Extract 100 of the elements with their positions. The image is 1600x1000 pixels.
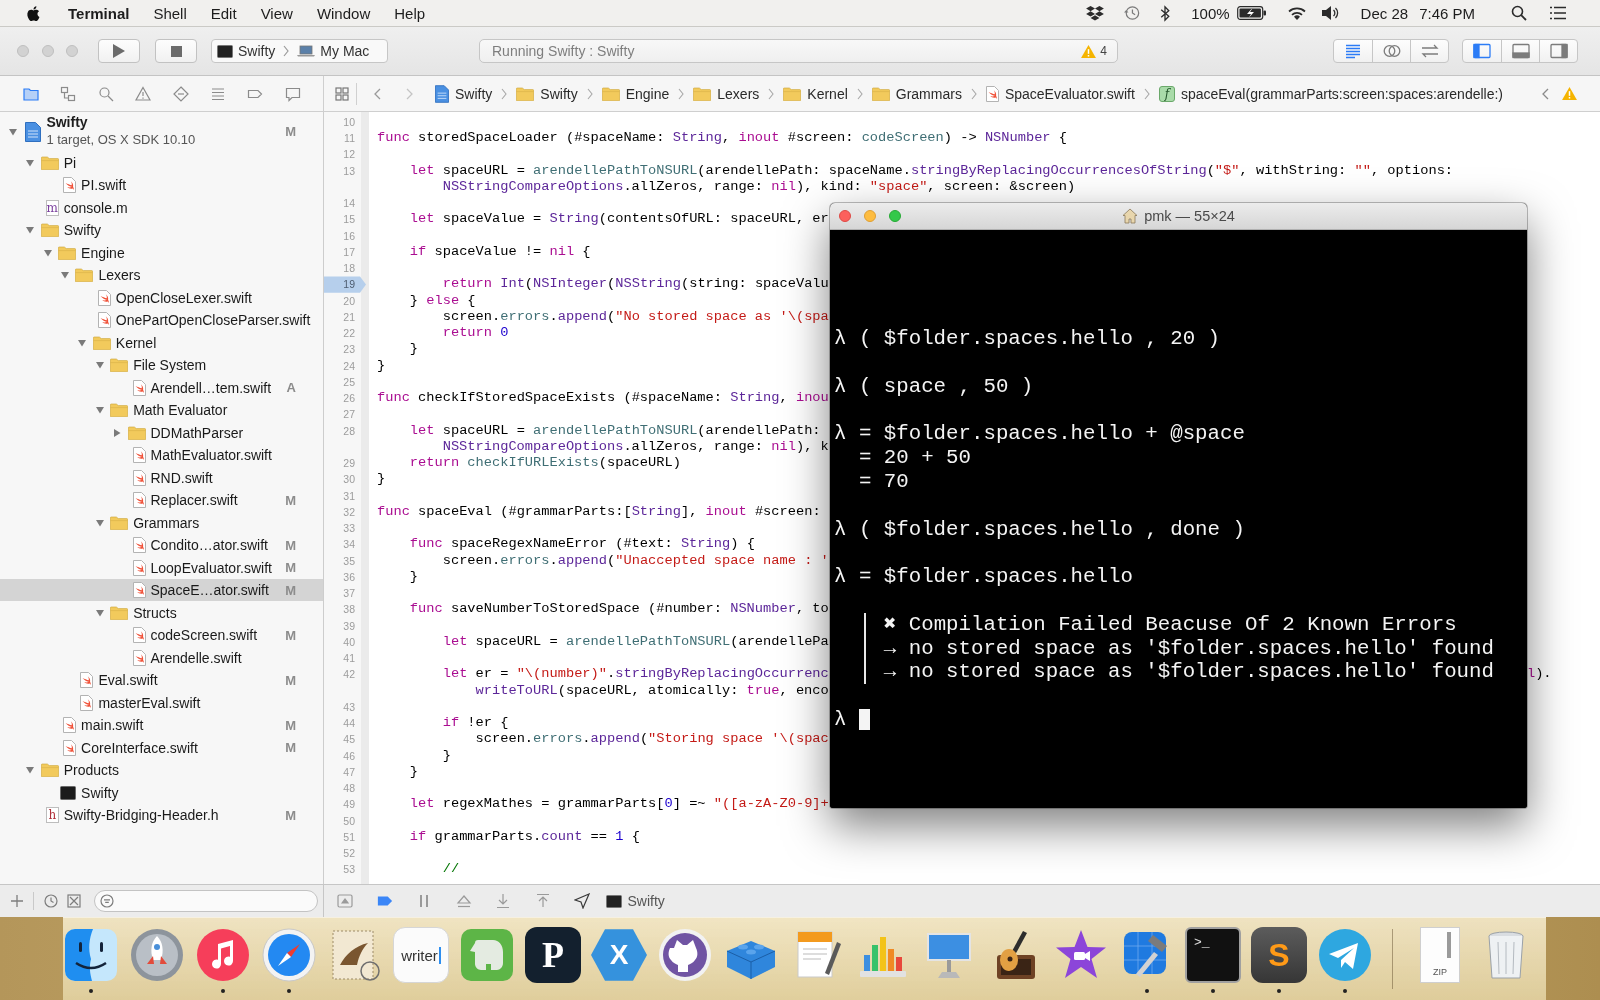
file-row[interactable]: main.swift M	[0, 713, 323, 737]
menu-item[interactable]: Terminal	[68, 4, 130, 22]
menu-item[interactable]: Edit	[210, 4, 237, 22]
file-row[interactable]: Replacer.swift M	[0, 488, 323, 512]
disclosure-triangle-icon[interactable]	[7, 126, 18, 137]
chevron-left-icon[interactable]	[374, 87, 381, 100]
paper-plane-icon[interactable]	[1317, 927, 1373, 983]
path-item[interactable]: Swifty	[516, 81, 578, 106]
compass-icon[interactable]	[261, 927, 317, 983]
down-arrow-line-icon[interactable]	[495, 893, 511, 909]
file-row[interactable]: DDMathParser	[0, 421, 323, 444]
app-tile[interactable]: writer	[393, 927, 449, 983]
file-row[interactable]: m console.m	[0, 196, 323, 219]
run-button[interactable]	[98, 39, 140, 63]
speech-bubble-icon[interactable]	[284, 85, 301, 102]
file-row[interactable]: MathEvaluator.swift	[0, 443, 323, 467]
bluetooth-icon[interactable]	[1160, 4, 1171, 22]
path-item[interactable]: f spaceEval(grammarParts:screen:spaces:arendelle:)	[1158, 81, 1503, 106]
file-row[interactable]: PI.swift	[0, 173, 323, 197]
battery-icon[interactable]	[1236, 6, 1267, 20]
search-icon[interactable]	[1511, 5, 1527, 21]
project-row[interactable]: Swifty 1 target, OS X SDK 10.10 M	[0, 112, 323, 152]
file-row[interactable]: SpaceE…ator.swift M	[0, 578, 323, 602]
app-tile[interactable]: S	[1251, 927, 1307, 983]
elephant-icon[interactable]	[459, 927, 515, 983]
smiling-tile-icon[interactable]	[63, 927, 119, 983]
disclosure-triangle-icon[interactable]	[94, 517, 105, 528]
menu-item[interactable]: Shell	[153, 4, 187, 22]
disclosure-triangle-icon[interactable]	[25, 225, 36, 236]
file-row[interactable]: LoopEvaluator.swift M	[0, 556, 323, 579]
filter-field[interactable]	[94, 890, 318, 912]
file-row[interactable]: masterEval.swift	[0, 691, 323, 714]
rocket-icon[interactable]	[129, 927, 185, 983]
file-row[interactable]: codeScreen.swift M	[0, 623, 323, 647]
process-button[interactable]: Swifty	[605, 893, 665, 909]
menu-item[interactable]: View	[260, 4, 293, 22]
file-row[interactable]: Arendelle.swift	[0, 646, 323, 669]
file-row[interactable]: File System	[0, 353, 323, 377]
file-row[interactable]: Lexers	[0, 263, 323, 287]
apple-icon[interactable]	[26, 4, 41, 22]
file-row[interactable]: Condito…ator.swift M	[0, 533, 323, 557]
disclosure-triangle-icon[interactable]	[25, 765, 36, 776]
crossed-square-icon[interactable]	[67, 894, 81, 908]
disclosure-triangle-icon[interactable]	[94, 607, 105, 618]
file-row[interactable]: Arendell…tem.swift A	[0, 376, 323, 399]
path-item[interactable]: Swifty	[435, 81, 493, 106]
path-item[interactable]: SpaceEvaluator.swift	[985, 81, 1135, 106]
disclosure-triangle-icon[interactable]	[59, 270, 70, 281]
chevron-left-icon[interactable]	[1542, 87, 1549, 100]
zoom-button[interactable]	[889, 210, 901, 222]
file-row[interactable]: Eval.swift M	[0, 668, 323, 692]
file-row[interactable]: Kernel	[0, 331, 323, 354]
grid-icon[interactable]	[335, 86, 349, 101]
speaker-icon[interactable]	[1320, 5, 1339, 21]
triangle-box-icon[interactable]	[337, 893, 353, 909]
file-row[interactable]: Structs	[0, 601, 323, 624]
music-note-icon[interactable]	[195, 927, 251, 983]
warning-count-button[interactable]: 4	[1081, 41, 1107, 61]
warning-icon[interactable]	[135, 85, 152, 102]
file-row[interactable]: Pi	[0, 151, 323, 174]
disclosure-triangle-icon[interactable]	[112, 427, 122, 438]
file-row[interactable]: OnePartOpenCloseParser.swift	[0, 308, 323, 332]
lines-icon[interactable]	[209, 85, 226, 102]
disclosure-triangle-icon[interactable]	[94, 360, 105, 371]
app-tile[interactable]: P	[525, 927, 581, 983]
path-item[interactable]: Lexers	[693, 81, 760, 106]
close-button[interactable]	[839, 210, 851, 222]
plus-icon[interactable]	[11, 895, 23, 907]
file-row[interactable]: Products	[0, 758, 323, 782]
up-arrow-line-icon[interactable]	[534, 893, 551, 909]
file-row[interactable]: CoreInterface.swift M	[0, 736, 323, 759]
eject-icon[interactable]	[455, 893, 472, 909]
file-row[interactable]: Swifty	[0, 781, 323, 804]
clock-icon[interactable]	[44, 894, 58, 908]
menu-item[interactable]: Help	[394, 4, 426, 22]
path-item[interactable]: Engine	[601, 81, 670, 106]
file-row[interactable]: Grammars	[0, 511, 323, 534]
disclosure-triangle-icon[interactable]	[42, 247, 53, 258]
menu-item[interactable]: Window	[316, 4, 371, 22]
folder-icon[interactable]	[23, 85, 39, 102]
file-row[interactable]: OpenCloseLexer.swift	[0, 286, 323, 309]
list-icon[interactable]	[1550, 6, 1566, 20]
path-item[interactable]: Kernel	[783, 81, 848, 106]
file-row[interactable]: Math Evaluator	[0, 398, 323, 422]
stop-button[interactable]	[155, 39, 197, 63]
file-row[interactable]: Swifty	[0, 218, 323, 242]
wifi-icon[interactable]	[1286, 5, 1307, 21]
scheme-button[interactable]: Swifty	[217, 40, 276, 62]
location-arrow-icon[interactable]	[574, 893, 590, 909]
open-box-icon[interactable]	[1086, 5, 1105, 21]
file-row[interactable]: RND.swift	[0, 466, 323, 489]
history-clock-icon[interactable]	[1123, 5, 1142, 21]
file-row[interactable]: Engine	[0, 241, 323, 264]
diamond-icon[interactable]	[172, 85, 189, 102]
path-item[interactable]: Grammars	[871, 81, 962, 106]
destination-button[interactable]: My Mac	[297, 40, 370, 62]
cat-icon[interactable]	[657, 927, 713, 983]
file-tile[interactable]: ZIP	[1420, 927, 1460, 983]
app-tile[interactable]: >_	[1185, 927, 1241, 983]
hierarchy-icon[interactable]	[60, 85, 77, 102]
